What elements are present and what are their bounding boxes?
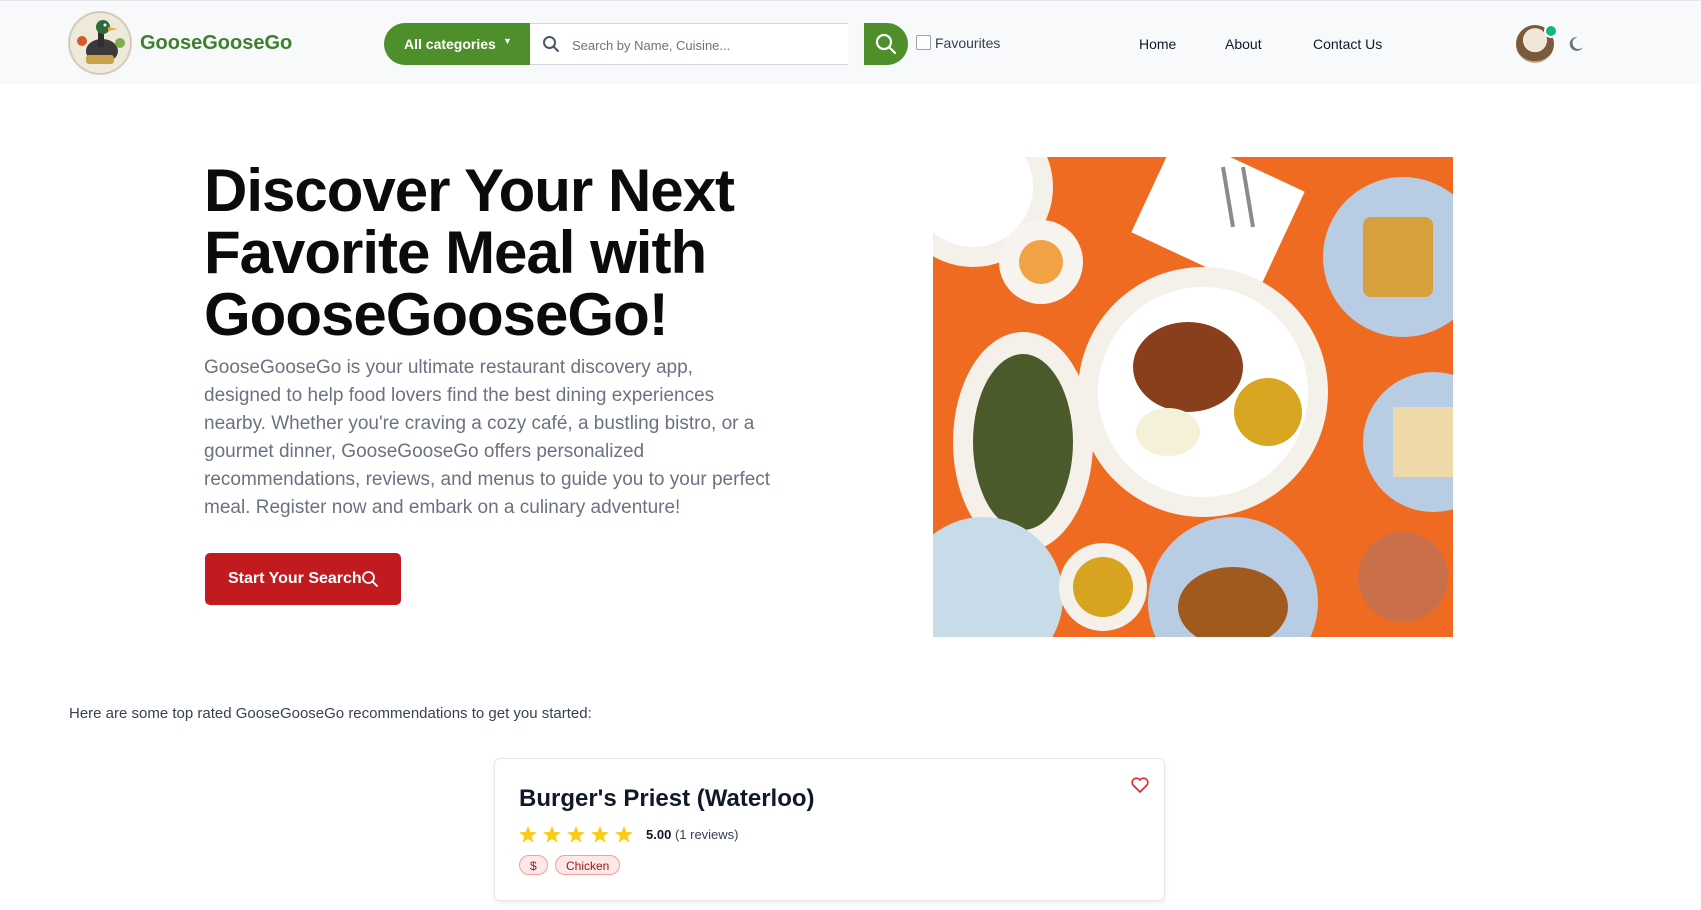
hero-description: GooseGooseGo is your ultimate restaurant… xyxy=(204,357,771,518)
navbar: GooseGooseGo All categories ▼ Favourites… xyxy=(0,0,1701,84)
star-rating xyxy=(519,825,637,850)
nav-link-about[interactable]: About xyxy=(1225,36,1262,52)
online-status-dot xyxy=(1544,24,1558,38)
brand-name[interactable]: GooseGooseGo xyxy=(140,32,292,55)
search-icon xyxy=(542,35,560,58)
star-icon xyxy=(591,826,609,843)
search-bar: All categories ▼ xyxy=(384,23,908,66)
review-count: (1 reviews) xyxy=(674,827,739,842)
recommendations-intro: Here are some top rated GooseGooseGo rec… xyxy=(69,705,592,722)
rating-value: 5.00 xyxy=(646,827,672,842)
restaurant-card[interactable]: Burger's Priest (Waterloo) 5.00 (1 revie… xyxy=(494,758,1165,901)
heart-icon[interactable] xyxy=(1131,777,1149,798)
nav-link-home[interactable]: Home xyxy=(1139,36,1176,52)
start-search-label: Start Your Search xyxy=(228,570,362,587)
star-icon xyxy=(519,826,537,843)
nav-link-contact-us[interactable]: Contact Us xyxy=(1313,36,1382,52)
price-tag: $ xyxy=(519,855,548,875)
start-search-button[interactable]: Start Your Search xyxy=(205,553,401,605)
rating-summary: 5.00 (1 reviews) xyxy=(646,827,739,842)
cuisine-tag: Chicken xyxy=(555,855,621,875)
restaurant-name[interactable]: Burger's Priest (Waterloo) xyxy=(519,785,815,813)
hero-title-line: Discover Your Next xyxy=(204,157,735,224)
favourites-checkbox[interactable] xyxy=(916,35,931,50)
star-icon xyxy=(543,826,561,843)
favourites-label: Favourites xyxy=(935,35,1001,51)
category-dropdown-label: All categories xyxy=(404,36,496,52)
goose-logo[interactable] xyxy=(68,11,132,75)
favourites-filter[interactable]: Favourites xyxy=(916,35,1000,51)
search-input[interactable] xyxy=(570,24,844,66)
search-submit-button[interactable] xyxy=(864,23,908,65)
search-icon xyxy=(362,571,378,587)
search-field xyxy=(530,23,848,66)
star-icon xyxy=(567,826,585,843)
search-icon xyxy=(875,33,897,55)
hero-food-image xyxy=(933,157,1453,637)
hero-title-line: GooseGooseGo! xyxy=(204,281,669,348)
hero-title: Discover Your Next Favorite Meal with Go… xyxy=(204,160,824,346)
star-icon xyxy=(615,826,633,843)
chevron-down-icon: ▼ xyxy=(503,36,512,46)
hero-title-line: Favorite Meal with xyxy=(204,219,707,286)
moon-icon[interactable] xyxy=(1567,35,1585,58)
category-dropdown-button[interactable]: All categories ▼ xyxy=(384,23,531,65)
